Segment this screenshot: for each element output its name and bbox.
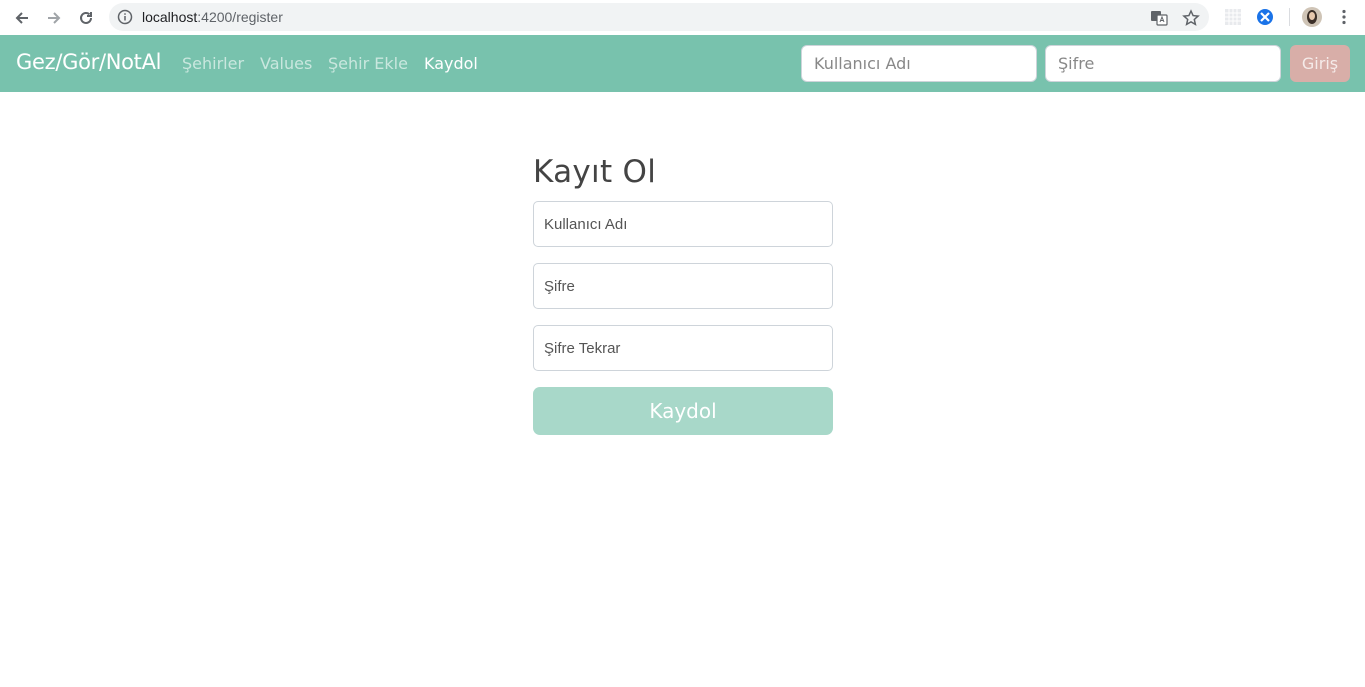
- extension-icon[interactable]: [1256, 8, 1274, 26]
- toolbar-divider: [1289, 8, 1290, 26]
- url-host: localhost: [142, 9, 198, 25]
- translate-icon[interactable]: [1150, 9, 1168, 27]
- nav-link-sehirler[interactable]: Şehirler: [182, 54, 244, 73]
- browser-toolbar: localhost:4200/register: [0, 0, 1365, 35]
- page-title: Kayıt Ol: [533, 154, 657, 190]
- navbar-username-input[interactable]: [801, 45, 1037, 82]
- forward-arrow-icon: [48, 12, 61, 24]
- app-navbar: Gez/Gör/NotAl Şehirler Values Şehir Ekle…: [0, 35, 1365, 92]
- reload-icon: [80, 11, 92, 24]
- back-button[interactable]: [10, 6, 34, 30]
- reload-button[interactable]: [74, 6, 98, 30]
- forward-button[interactable]: [42, 6, 66, 30]
- url-text: localhost:4200/register: [142, 9, 283, 25]
- password-input[interactable]: [533, 263, 833, 309]
- url-path: :4200/register: [197, 9, 283, 25]
- brand-logo[interactable]: Gez/Gör/NotAl: [16, 50, 162, 74]
- nav-link-kaydol[interactable]: Kaydol: [424, 54, 478, 73]
- menu-dots-icon[interactable]: [1335, 8, 1353, 26]
- login-button[interactable]: Giriş: [1290, 45, 1350, 82]
- extension-grid-icon[interactable]: [1224, 8, 1242, 26]
- nav-link-sehir-ekle[interactable]: Şehir Ekle: [328, 54, 408, 73]
- register-submit-button[interactable]: Kaydol: [533, 387, 833, 435]
- nav-link-values[interactable]: Values: [260, 54, 312, 73]
- profile-avatar-icon[interactable]: [1302, 7, 1322, 27]
- bookmark-star-icon[interactable]: [1182, 9, 1200, 27]
- username-input[interactable]: [533, 201, 833, 247]
- password-repeat-input[interactable]: [533, 325, 833, 371]
- navbar-password-input[interactable]: [1045, 45, 1281, 82]
- address-bar[interactable]: localhost:4200/register: [109, 3, 1209, 31]
- info-icon[interactable]: [117, 9, 133, 25]
- back-arrow-icon: [15, 12, 28, 24]
